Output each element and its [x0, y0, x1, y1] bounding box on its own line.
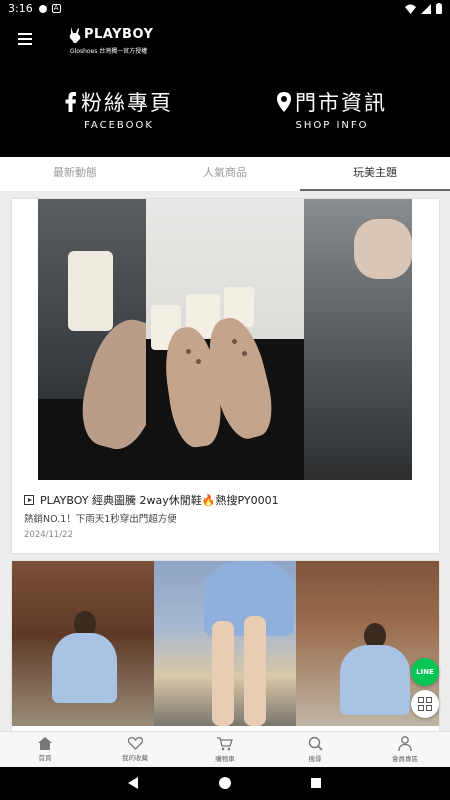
- nav-member[interactable]: 會員專區: [360, 732, 450, 767]
- status-time: 3:16: [8, 2, 33, 15]
- bunny-logo-icon: [69, 27, 81, 43]
- notification-dot-icon: [38, 4, 47, 13]
- nav-favorites-label: 我的收藏: [122, 754, 148, 762]
- tab-popular-products[interactable]: 人氣商品: [150, 157, 300, 191]
- home-icon: [38, 737, 52, 750]
- hand-shape: [354, 219, 412, 279]
- status-bar: 3:16 A: [0, 0, 450, 17]
- nav-home[interactable]: 首頁: [0, 732, 90, 767]
- playboy-logo[interactable]: PLAYBOY Gloshoes 台灣獨一官方授權: [68, 26, 158, 62]
- app-header: PLAYBOY Gloshoes 台灣獨一官方授權 粉絲專頁 FACEBOOK …: [0, 17, 450, 157]
- wifi-icon: [405, 4, 416, 14]
- video-play-icon: [24, 495, 34, 505]
- grid-cell: [426, 705, 432, 711]
- location-pin-icon: [277, 92, 291, 112]
- nav-cart[interactable]: 購物車: [180, 732, 270, 767]
- facebook-en-label: FACEBOOK: [84, 120, 154, 131]
- collage-photo-center: [154, 561, 296, 726]
- facebook-main-label: 粉絲專頁: [81, 91, 173, 115]
- logo-sub-text: Gloshoes 台灣獨一官方授權: [70, 48, 148, 55]
- collage-photo-left: [12, 561, 154, 726]
- system-navigation-bar: [0, 767, 450, 800]
- nav-home-label: 首頁: [38, 754, 52, 762]
- quick-menu-button[interactable]: [411, 690, 439, 718]
- post-video-thumbnail[interactable]: [38, 199, 412, 480]
- leg-shape: [244, 616, 266, 726]
- thumbnail-left-panel: [38, 199, 174, 480]
- facebook-icon: [65, 92, 76, 112]
- tab-latest-news[interactable]: 最新動態: [0, 157, 150, 191]
- recent-apps-icon[interactable]: [311, 778, 321, 788]
- cart-icon: [217, 736, 233, 750]
- post-title-text: PLAYBOY 經典圖騰 2way休閒鞋🔥熱搜PY0001: [40, 494, 279, 507]
- back-icon[interactable]: [128, 777, 138, 789]
- nav-search[interactable]: 搜尋: [270, 732, 360, 767]
- battery-icon: [436, 3, 442, 14]
- nav-member-label: 會員專區: [392, 755, 418, 763]
- post-card[interactable]: [12, 561, 439, 741]
- nav-search-label: 搜尋: [308, 755, 322, 763]
- user-icon: [398, 736, 412, 751]
- notification-a-icon: A: [51, 4, 61, 13]
- shoe-hole-dot: [196, 359, 201, 364]
- tab-themes[interactable]: 玩美主題: [300, 157, 450, 191]
- grid-cell: [418, 705, 424, 711]
- person-body-shape: [340, 645, 410, 715]
- facebook-fanpage-link[interactable]: 粉絲專頁 FACEBOOK: [58, 87, 180, 131]
- post-image-collage[interactable]: [12, 561, 439, 726]
- search-icon: [308, 736, 323, 751]
- thumbnail-center-panel: [146, 199, 304, 480]
- nav-favorites[interactable]: 我的收藏: [90, 732, 180, 767]
- post-description: 熱銷NO.1！下雨天1秒穿出門超方便: [24, 514, 177, 525]
- bottom-navigation: 首頁 我的收藏 購物車 搜尋 會員專區: [0, 731, 450, 767]
- person-body-shape: [52, 633, 117, 703]
- leg-shape: [212, 621, 234, 726]
- app-screen: 3:16 A PLAYBOY Gloshoes 台灣獨一官方授權 粉絲專頁 FA…: [0, 0, 450, 800]
- nav-cart-label: 購物車: [215, 754, 235, 763]
- shoe-hole-dot: [186, 349, 191, 354]
- shoe-hole-dot: [242, 351, 247, 356]
- line-chat-button[interactable]: LINE: [411, 658, 439, 686]
- category-tabs: 最新動態 人氣商品 玩美主題: [0, 157, 450, 191]
- post-card[interactable]: PLAYBOY 經典圖騰 2way休閒鞋🔥熱搜PY0001 熱銷NO.1！下雨天…: [12, 199, 439, 553]
- post-title[interactable]: PLAYBOY 經典圖騰 2way休閒鞋🔥熱搜PY0001: [24, 492, 279, 508]
- shop-en-label: SHOP INFO: [295, 120, 369, 131]
- menu-icon[interactable]: [18, 33, 32, 45]
- grid-cell: [418, 697, 424, 703]
- shoe-hole-dot: [232, 339, 237, 344]
- logo-brand-text: PLAYBOY: [84, 27, 154, 42]
- signal-icon: [421, 3, 431, 14]
- post-date: 2024/11/22: [24, 530, 73, 540]
- heart-icon: [127, 737, 143, 750]
- shop-info-link[interactable]: 門市資訊 SHOP INFO: [270, 87, 394, 131]
- letter-block-shape: [68, 251, 113, 331]
- grid-cell: [426, 697, 432, 703]
- shop-main-label: 門市資訊: [295, 91, 387, 115]
- home-circle-icon[interactable]: [219, 777, 231, 789]
- status-icons: [405, 3, 442, 14]
- thumbnail-right-panel: [304, 199, 412, 480]
